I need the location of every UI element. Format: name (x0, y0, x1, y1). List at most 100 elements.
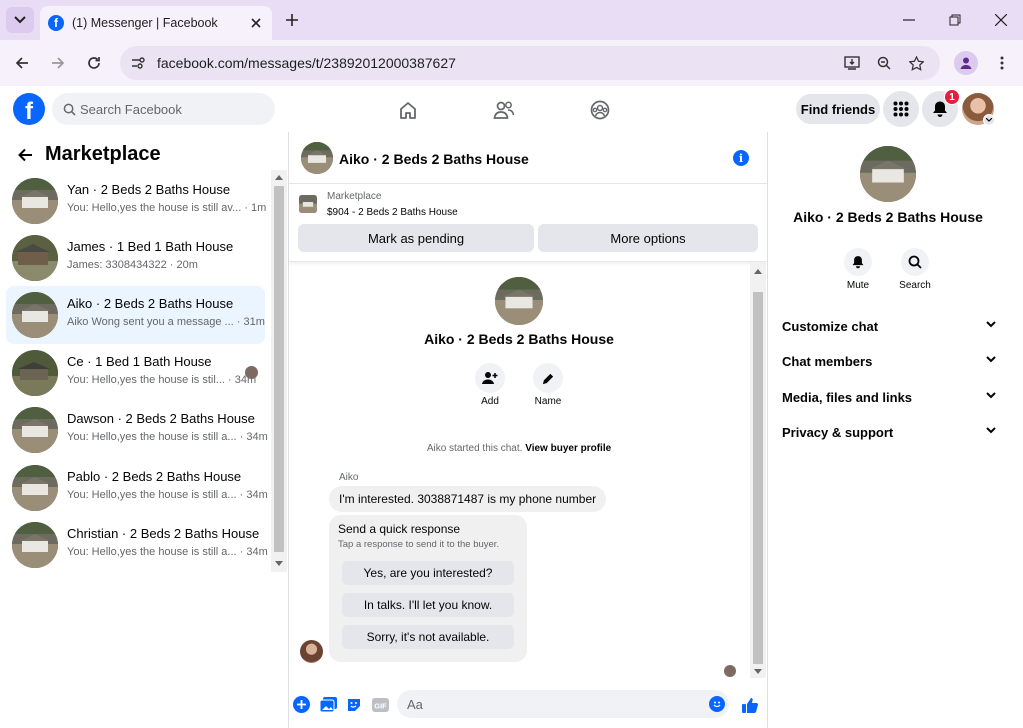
back-icon[interactable] (12, 53, 32, 73)
more-actions-plus-icon[interactable] (293, 696, 310, 713)
add-people-button[interactable] (475, 363, 505, 393)
reload-icon[interactable] (84, 53, 104, 73)
conversation-item[interactable]: Yan · 2 Beds 2 Baths House You: Hello,ye… (6, 172, 266, 230)
profile-icon[interactable] (954, 51, 978, 75)
notification-badge: 1 (944, 89, 960, 105)
add-person-icon (482, 372, 498, 384)
emoji-icon[interactable] (709, 696, 725, 712)
conversation-preview: James: 3308434322 (67, 259, 167, 271)
chat-scroll-down-icon[interactable] (754, 668, 762, 674)
bookmark-star-icon[interactable] (906, 53, 926, 73)
tab-search-icon[interactable] (6, 7, 34, 33)
menu-grid-icon (893, 101, 909, 117)
customize-chat-section[interactable]: Customize chat (782, 319, 996, 334)
sender-name: Aiko (339, 472, 359, 483)
back-arrow-icon[interactable] (14, 144, 36, 166)
read-receipt-avatar (724, 665, 736, 677)
close-tab-icon[interactable] (246, 13, 266, 33)
menu-grid-button[interactable] (883, 91, 919, 127)
conversation-item[interactable]: Pablo · 2 Beds 2 Baths House You: Hello,… (6, 459, 268, 517)
home-icon[interactable] (396, 98, 420, 122)
conversation-name: Christian · 2 Beds 2 Baths House (67, 526, 260, 541)
conversation-item[interactable]: James · 1 Bed 1 Bath House James: 330843… (6, 229, 265, 287)
details-profile-thumbnail (860, 146, 916, 202)
chat-title[interactable]: Aiko · 2 Beds 2 Baths House (339, 151, 529, 167)
like-thumb-icon[interactable] (740, 695, 760, 715)
scroll-up-icon[interactable] (275, 174, 283, 180)
chevron-down-icon (986, 321, 996, 328)
marketplace-sidebar: Marketplace Yan · 2 Beds 2 Baths House Y… (0, 132, 289, 728)
chat-scrollbar-thumb[interactable] (753, 292, 763, 664)
conversation-item[interactable]: Christian · 2 Beds 2 Baths House You: He… (6, 516, 268, 574)
sender-avatar (300, 640, 323, 663)
quick-response-title: Send a quick response (338, 522, 461, 536)
info-icon[interactable]: i (733, 150, 749, 166)
facebook-search-input[interactable]: Search Facebook (52, 93, 275, 125)
name-chat-button[interactable] (533, 363, 563, 393)
chat-profile-title: Aiko · 2 Beds 2 Baths House (424, 331, 614, 347)
sidebar-scrollbar[interactable] (271, 170, 287, 572)
view-buyer-profile-link[interactable]: View buyer profile (525, 443, 611, 454)
browser-tab[interactable]: f (1) Messenger | Facebook (40, 6, 272, 40)
message-input[interactable]: Aa (397, 690, 729, 718)
chat-scroll-up-icon[interactable] (754, 268, 762, 274)
message-bubble[interactable]: I'm interested. 3038871487 is my phone n… (329, 486, 607, 512)
site-info-icon[interactable] (128, 53, 148, 73)
friends-icon[interactable] (492, 98, 516, 122)
privacy-support-section[interactable]: Privacy & support (782, 425, 996, 440)
started-text: Aiko started this chat. (426, 443, 523, 454)
conversation-preview: Aiko Wong sent you a message ... (67, 316, 234, 328)
mark-as-pending-button[interactable]: Mark as pending (298, 224, 534, 252)
conversation-item[interactable]: Dawson · 2 Beds 2 Baths House You: Hello… (6, 401, 268, 459)
seen-avatar (245, 366, 258, 379)
conversation-item[interactable]: Ce · 1 Bed 1 Bath House You: Hello,yes t… (6, 344, 265, 402)
chat-header-thumbnail (301, 142, 333, 174)
message-placeholder: Aa (407, 697, 423, 712)
quick-response-option[interactable]: Sorry, it's not available. (342, 625, 514, 649)
forward-icon[interactable] (48, 53, 68, 73)
media-files-links-section[interactable]: Media, files and links (782, 390, 996, 405)
find-friends-label: Find friends (800, 101, 876, 117)
browser-menu-icon[interactable] (992, 53, 1012, 73)
new-tab-icon[interactable] (282, 10, 302, 30)
sticker-icon[interactable] (345, 696, 363, 713)
more-options-button[interactable]: More options (538, 224, 758, 252)
conversation-preview: You: Hello,yes the house is still av... (67, 202, 242, 214)
install-app-icon[interactable] (842, 53, 862, 73)
restore-icon[interactable] (944, 10, 966, 30)
details-title: Aiko · 2 Beds 2 Baths House (793, 209, 983, 225)
search-chat-button[interactable] (901, 248, 929, 276)
listing-price[interactable]: $904 - 2 Beds 2 Baths House (327, 207, 458, 218)
minimize-icon[interactable] (898, 10, 920, 30)
pencil-icon (542, 373, 553, 384)
scroll-down-icon[interactable] (275, 560, 283, 566)
photo-icon[interactable] (319, 696, 337, 713)
listing-thumbnail (12, 465, 58, 511)
listing-label: Marketplace (327, 191, 382, 202)
conversation-preview: You: Hello,yes the house is still a... (67, 431, 237, 443)
chat-members-section[interactable]: Chat members (782, 354, 996, 369)
conversation-name: Pablo · 2 Beds 2 Baths House (67, 469, 242, 484)
account-chevron-icon[interactable] (983, 114, 995, 126)
listing-thumbnail (12, 350, 58, 396)
find-friends-button[interactable]: Find friends (796, 94, 880, 124)
mute-bell-icon (852, 256, 864, 269)
svg-text:GIF: GIF (374, 701, 387, 710)
section-label: Privacy & support (782, 425, 894, 440)
gif-icon[interactable]: GIF (371, 696, 389, 713)
chat-scrollbar[interactable] (750, 262, 766, 678)
conversation-item-selected[interactable]: Aiko · 2 Beds 2 Baths House Aiko Wong se… (6, 286, 265, 344)
quick-response-option[interactable]: Yes, are you interested? (342, 561, 514, 585)
close-window-icon[interactable] (990, 10, 1012, 30)
section-label: Customize chat (782, 319, 879, 334)
zoom-icon[interactable] (874, 53, 894, 73)
quick-response-option[interactable]: In talks. I'll let you know. (342, 593, 514, 617)
search-placeholder: Search Facebook (80, 102, 182, 117)
conversation-name: Ce · 1 Bed 1 Bath House (67, 354, 212, 369)
groups-icon[interactable] (588, 98, 612, 122)
scrollbar-thumb[interactable] (274, 186, 284, 552)
facebook-logo-icon[interactable]: f (13, 93, 45, 125)
search-label: Search (899, 280, 931, 291)
url-text[interactable]: facebook.com/messages/t/2389201200038762… (157, 55, 456, 71)
mute-button[interactable] (844, 248, 872, 276)
